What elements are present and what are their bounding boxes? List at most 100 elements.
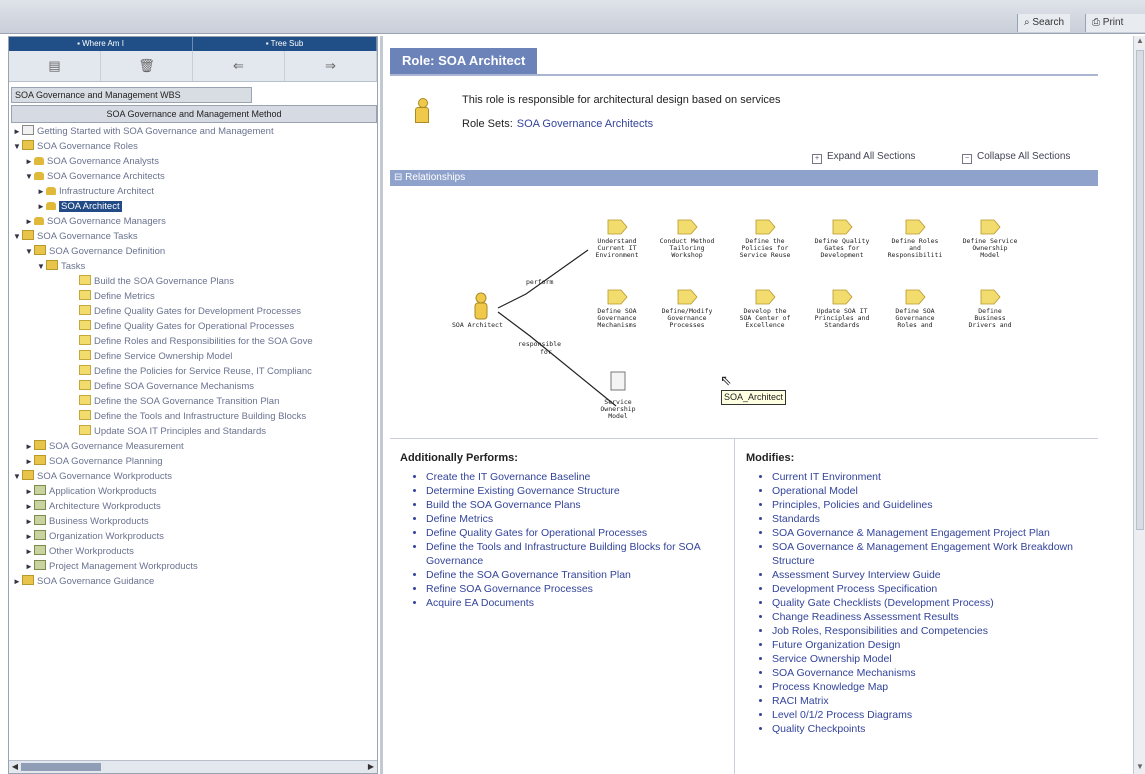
diagram-task-node[interactable]: [755, 219, 776, 235]
tree-item[interactable]: ▼ SOA Governance Architects: [25, 170, 165, 184]
list-item-link[interactable]: Operational Model: [772, 484, 1086, 498]
list-item-link[interactable]: Standards: [772, 512, 1086, 526]
collapsed-twisty-icon[interactable]: ►: [25, 215, 34, 229]
vertical-scrollbar[interactable]: ▲ ▼: [1133, 36, 1145, 774]
diagram-task-node[interactable]: [607, 289, 628, 305]
collapsed-twisty-icon[interactable]: ►: [13, 125, 22, 139]
scroll-right-icon[interactable]: ▶: [365, 761, 377, 773]
delete-icon[interactable]: 🗑: [101, 51, 193, 81]
scroll-left-icon[interactable]: ◀: [9, 761, 21, 773]
tree-item[interactable]: Define Service Ownership Model: [79, 350, 232, 364]
tree-item[interactable]: Define the Policies for Service Reuse, I…: [79, 365, 312, 379]
print-button[interactable]: ⎙ Print: [1085, 14, 1145, 32]
list-item-link[interactable]: Create the IT Governance Baseline: [426, 470, 726, 484]
scroll-down-icon[interactable]: ▼: [1134, 762, 1145, 774]
tree-item[interactable]: ▼ SOA Governance Roles: [13, 140, 138, 154]
collapsed-twisty-icon[interactable]: ►: [25, 485, 34, 499]
list-item-link[interactable]: RACI Matrix: [772, 694, 1086, 708]
expanded-twisty-icon[interactable]: ▼: [13, 230, 22, 244]
tree-item[interactable]: ► SOA Governance Planning: [25, 455, 163, 469]
collapsed-twisty-icon[interactable]: ►: [25, 560, 34, 574]
tree-item[interactable]: ► SOA Governance Managers: [25, 215, 166, 229]
tree-item[interactable]: ▼ Tasks: [37, 260, 85, 274]
list-item-link[interactable]: Principles, Policies and Guidelines: [772, 498, 1086, 512]
list-item-link[interactable]: Build the SOA Governance Plans: [426, 498, 726, 512]
collapsed-twisty-icon[interactable]: ►: [25, 545, 34, 559]
tree-item[interactable]: Build the SOA Governance Plans: [79, 275, 234, 289]
diagram-task-node[interactable]: [755, 289, 776, 305]
list-item-link[interactable]: Quality Gate Checklists (Development Pro…: [772, 596, 1086, 610]
collapsed-twisty-icon[interactable]: ►: [13, 575, 22, 589]
list-item-link[interactable]: Define the Tools and Infrastructure Buil…: [426, 540, 726, 568]
role-sets-link[interactable]: SOA Governance Architects: [517, 118, 653, 130]
list-item-link[interactable]: Define Quality Gates for Operational Pro…: [426, 526, 726, 540]
list-item-link[interactable]: Service Ownership Model: [772, 652, 1086, 666]
tree-item[interactable]: ► SOA Architect: [37, 200, 122, 214]
list-item-link[interactable]: Acquire EA Documents: [426, 596, 726, 610]
tree-item[interactable]: ▼ SOA Governance Definition: [25, 245, 165, 259]
diagram-task-node[interactable]: [980, 289, 1001, 305]
relationships-section-header[interactable]: ⊟ Relationships: [390, 170, 1098, 186]
list-item-link[interactable]: Future Organization Design: [772, 638, 1086, 652]
diagram-task-node[interactable]: [677, 289, 698, 305]
list-item-link[interactable]: Define Metrics: [426, 512, 726, 526]
list-item-link[interactable]: SOA Governance & Management Engagement W…: [772, 540, 1086, 568]
list-item-link[interactable]: Refine SOA Governance Processes: [426, 582, 726, 596]
scroll-up-icon[interactable]: ▲: [1134, 36, 1145, 48]
collapse-all-button[interactable]: − Collapse All Sections: [962, 151, 1070, 164]
diagram-workproduct-node[interactable]: [610, 371, 626, 391]
scroll-thumb[interactable]: [21, 763, 101, 771]
diagram-task-node[interactable]: [905, 219, 926, 235]
list-item-link[interactable]: SOA Governance & Management Engagement P…: [772, 526, 1086, 540]
diagram-task-node[interactable]: [832, 289, 853, 305]
collapsed-twisty-icon[interactable]: ►: [25, 530, 34, 544]
collapsed-twisty-icon[interactable]: ►: [25, 515, 34, 529]
list-item-link[interactable]: Change Readiness Assessment Results: [772, 610, 1086, 624]
tree-item[interactable]: ► Business Workproducts: [25, 515, 149, 529]
list-item-link[interactable]: Current IT Environment: [772, 470, 1086, 484]
tree-item[interactable]: Define Roles and Responsibilities for th…: [79, 335, 313, 349]
previous-icon[interactable]: ⇐: [193, 51, 285, 81]
tab-where-am-i[interactable]: ▪ Where Am I: [9, 37, 193, 51]
tree-item[interactable]: ▼ SOA Governance Tasks: [13, 230, 138, 244]
tree-item[interactable]: ► Organization Workproducts: [25, 530, 164, 544]
wbs-tab[interactable]: SOA Governance and Management WBS: [11, 87, 252, 103]
tree-item[interactable]: ▼ SOA Governance Workproducts: [13, 470, 172, 484]
diagram-task-node[interactable]: [905, 289, 926, 305]
tree-item[interactable]: ► Other Workproducts: [25, 545, 134, 559]
tree-item[interactable]: ► Project Management Workproducts: [25, 560, 198, 574]
diagram-task-node[interactable]: [832, 219, 853, 235]
collapsed-twisty-icon[interactable]: ►: [25, 500, 34, 514]
horizontal-scrollbar[interactable]: ◀ ▶: [9, 760, 377, 773]
list-item-link[interactable]: Level 0/1/2 Process Diagrams: [772, 708, 1086, 722]
list-item-link[interactable]: Quality Checkpoints: [772, 722, 1086, 736]
collapsed-twisty-icon[interactable]: ►: [37, 185, 46, 199]
tree-item[interactable]: ► SOA Governance Analysts: [25, 155, 159, 169]
tree-item[interactable]: Define Quality Gates for Development Pro…: [79, 305, 301, 319]
tree-item[interactable]: ► Infrastructure Architect: [37, 185, 154, 199]
sync-toc-icon[interactable]: ▤: [9, 51, 101, 81]
tree-item[interactable]: Define the Tools and Infrastructure Buil…: [79, 410, 306, 424]
tree-item[interactable]: Define Metrics: [79, 290, 155, 304]
expanded-twisty-icon[interactable]: ▼: [25, 245, 34, 259]
panel-divider[interactable]: [380, 36, 383, 774]
expanded-twisty-icon[interactable]: ▼: [13, 140, 22, 154]
tree-item[interactable]: ► Application Workproducts: [25, 485, 157, 499]
list-item-link[interactable]: Define the SOA Governance Transition Pla…: [426, 568, 726, 582]
expand-all-button[interactable]: + Expand All Sections: [812, 151, 915, 164]
scroll-thumb[interactable]: [1136, 50, 1144, 530]
tree-item[interactable]: ► SOA Governance Guidance: [13, 575, 154, 589]
tree-item[interactable]: ► Getting Started with SOA Governance and…: [13, 125, 274, 139]
list-item-link[interactable]: SOA Governance Mechanisms: [772, 666, 1086, 680]
expanded-twisty-icon[interactable]: ▼: [37, 260, 46, 274]
list-item-link[interactable]: Assessment Survey Interview Guide: [772, 568, 1086, 582]
list-item-link[interactable]: Development Process Specification: [772, 582, 1086, 596]
next-icon[interactable]: ⇒: [285, 51, 377, 81]
tree-item[interactable]: Define Quality Gates for Operational Pro…: [79, 320, 294, 334]
diagram-task-node[interactable]: [677, 219, 698, 235]
search-button[interactable]: ⌕ Search: [1017, 14, 1071, 32]
tree-item[interactable]: Define SOA Governance Mechanisms: [79, 380, 254, 394]
collapsed-twisty-icon[interactable]: ►: [37, 200, 46, 214]
diagram-task-node[interactable]: [607, 219, 628, 235]
collapsed-twisty-icon[interactable]: ►: [25, 455, 34, 469]
